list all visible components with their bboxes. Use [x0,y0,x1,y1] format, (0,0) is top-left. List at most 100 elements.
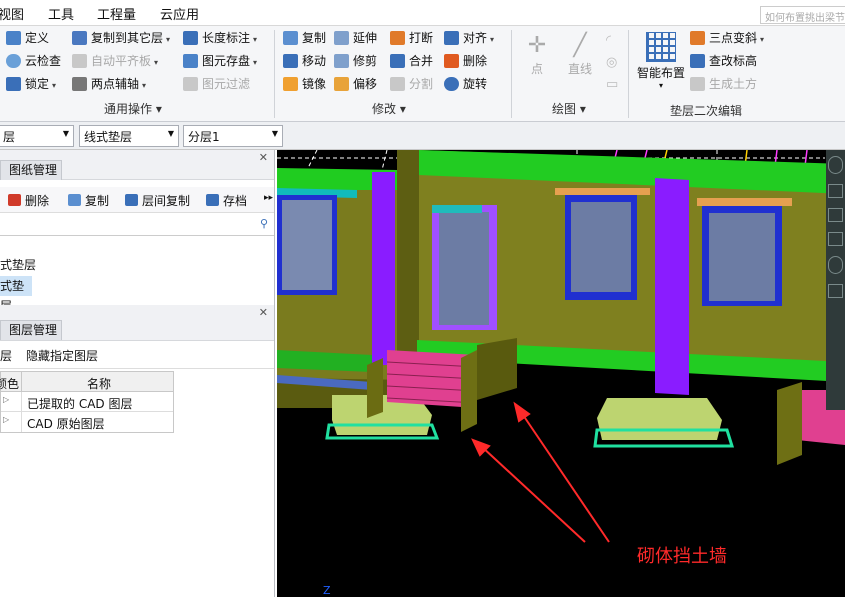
table-row[interactable]: ▷ 已提取的 CAD 图层 [1,392,173,412]
align-button[interactable]: 对齐 ▾ [442,28,494,48]
cloud-check-button[interactable]: 云检查 [4,51,61,71]
define-button[interactable]: 定义 [4,28,49,48]
lock-icon [6,77,21,91]
drawing-list-item[interactable]: 式垫层 [0,256,36,273]
extend-button[interactable]: 延伸 [332,28,377,48]
menu-cloud[interactable]: 云应用 [160,4,199,23]
left-panel: 图纸管理 ✕ 删除 复制 层间复制 存档 ▸▸ ⚲ 式垫层 式垫层 图层管理 ✕… [0,150,275,597]
close-icon[interactable]: ✕ [259,151,268,164]
archive-icon [206,194,219,206]
axis-label: Z [323,584,331,597]
menu-quantity[interactable]: 工程量 [97,4,136,23]
more-icon[interactable]: ▸▸ [264,193,273,203]
table-row[interactable]: ▷ CAD 原始图层 [1,412,173,432]
split-button[interactable]: 分割 [388,74,433,94]
building-model [277,150,845,597]
expand-icon[interactable]: ▷ [3,415,9,424]
divider [511,30,512,118]
merge-button[interactable]: 合并 [388,51,433,71]
move-icon [283,54,298,68]
line-button[interactable]: ╱ 直线 [560,32,600,77]
define-icon [6,31,21,45]
divider [628,30,629,118]
length-dim-button[interactable]: 长度标注 ▾ [181,28,257,48]
layer-panel-header: 图层管理 ✕ [0,305,274,341]
copy-button[interactable]: 复制 [281,28,326,48]
menu-bar: 视图 工具 工程量 云应用 如何布置挑出梁节 [0,0,845,26]
split-icon [390,77,405,91]
floor-copy-button[interactable]: 层间复制 [125,192,190,209]
layer-table: 颜色 名称 ▷ 已提取的 CAD 图层 ▷ CAD 原始图层 [0,371,174,433]
search-input[interactable]: 如何布置挑出梁节 [760,6,845,24]
dimension-icon [183,31,198,45]
view-icon[interactable] [828,208,843,222]
drawing-toolbar: 删除 复制 层间复制 存档 ▸▸ [0,187,274,213]
align-slab-icon [72,54,87,68]
annotation-label: 砌体挡土墙 [637,546,727,567]
earthwork-icon [690,77,705,91]
element-filter-button[interactable]: 图元过滤 [181,74,250,94]
delete-button[interactable]: 删除 [442,51,487,71]
move-button[interactable]: 移动 [281,51,326,71]
save-element-button[interactable]: 图元存盘 ▾ [181,51,257,71]
grid-icon[interactable] [828,284,843,298]
drawing-delete-button[interactable]: 删除 [8,192,49,209]
column [372,172,395,365]
tab-drawing-management[interactable]: 图纸管理 [0,160,62,180]
smart-layout-button[interactable]: 智能布置 ▾ [634,30,688,90]
tab-layer-management[interactable]: 图层管理 [0,320,62,340]
orbit-icon[interactable] [828,156,843,174]
layer-toolbar: 层 隐藏指定图层 [0,341,274,369]
wall-corner [397,150,419,365]
view-icon[interactable] [828,232,843,246]
edit-elevation-button[interactable]: 查改标高 [688,51,757,71]
mirror-button[interactable]: 镜像 [281,74,326,94]
archive-button[interactable]: 存档 [206,192,247,209]
window-glass [571,202,631,292]
menu-view[interactable]: 视图 [0,4,24,23]
divider [274,30,275,118]
lintel [555,188,650,195]
category-combo[interactable]: 层 ▼ [0,125,74,147]
view-icon[interactable] [828,184,843,198]
delete-icon [8,194,21,206]
zoom-icon[interactable] [828,256,843,274]
copy-icon [68,194,81,206]
arc-tools[interactable]: ◜ ◎ ▭ [606,30,618,96]
table-header: 颜色 名称 [0,372,173,392]
expand-icon[interactable]: ▷ [3,395,9,404]
break-icon [390,31,405,45]
sublayer-combo[interactable]: 分层1 ▼ [183,125,283,147]
elevation-icon [690,54,705,68]
chevron-down-icon: ▼ [167,129,174,138]
drawing-copy-button[interactable]: 复制 [68,192,109,209]
element-type-combo[interactable]: 线式垫层 ▼ [79,125,179,147]
ground [277,408,845,597]
save-element-icon [183,54,198,68]
drawing-search-input[interactable]: ⚲ [0,214,274,236]
layer-link[interactable]: 层 [0,347,12,364]
copy-to-floor-button[interactable]: 复制到其它层 ▾ [70,28,170,48]
generate-earthwork-button[interactable]: 生成土方 [688,74,757,94]
3d-viewport[interactable]: 砌体挡土墙 Z [277,150,845,597]
trim-button[interactable]: 修剪 [332,51,377,71]
drawing-list-item-selected[interactable]: 式垫层 [0,276,32,313]
hide-layer-link[interactable]: 隐藏指定图层 [26,347,98,364]
rotate-icon [444,77,459,91]
window-glass [282,200,332,290]
crosshair-icon: ✛ [527,33,547,58]
close-icon[interactable]: ✕ [259,306,268,319]
menu-tools[interactable]: 工具 [48,4,74,23]
chevron-down-icon: ▼ [62,129,69,138]
three-point-slope-button[interactable]: 三点变斜 ▾ [688,28,764,48]
break-button[interactable]: 打断 [388,28,433,48]
offset-button[interactable]: 偏移 [332,74,377,94]
lock-button[interactable]: 锁定 ▾ [4,74,56,94]
auto-align-slab-button[interactable]: 自动平齐板 ▾ [70,51,158,71]
two-point-axis-button[interactable]: 两点辅轴 ▾ [70,74,146,94]
floor-copy-icon [125,194,138,206]
search-icon[interactable]: ⚲ [260,217,268,230]
point-button[interactable]: ✛ 点 [520,32,554,77]
group-modify-label: 修改 ▾ [372,102,406,116]
rotate-button[interactable]: 旋转 [442,74,487,94]
